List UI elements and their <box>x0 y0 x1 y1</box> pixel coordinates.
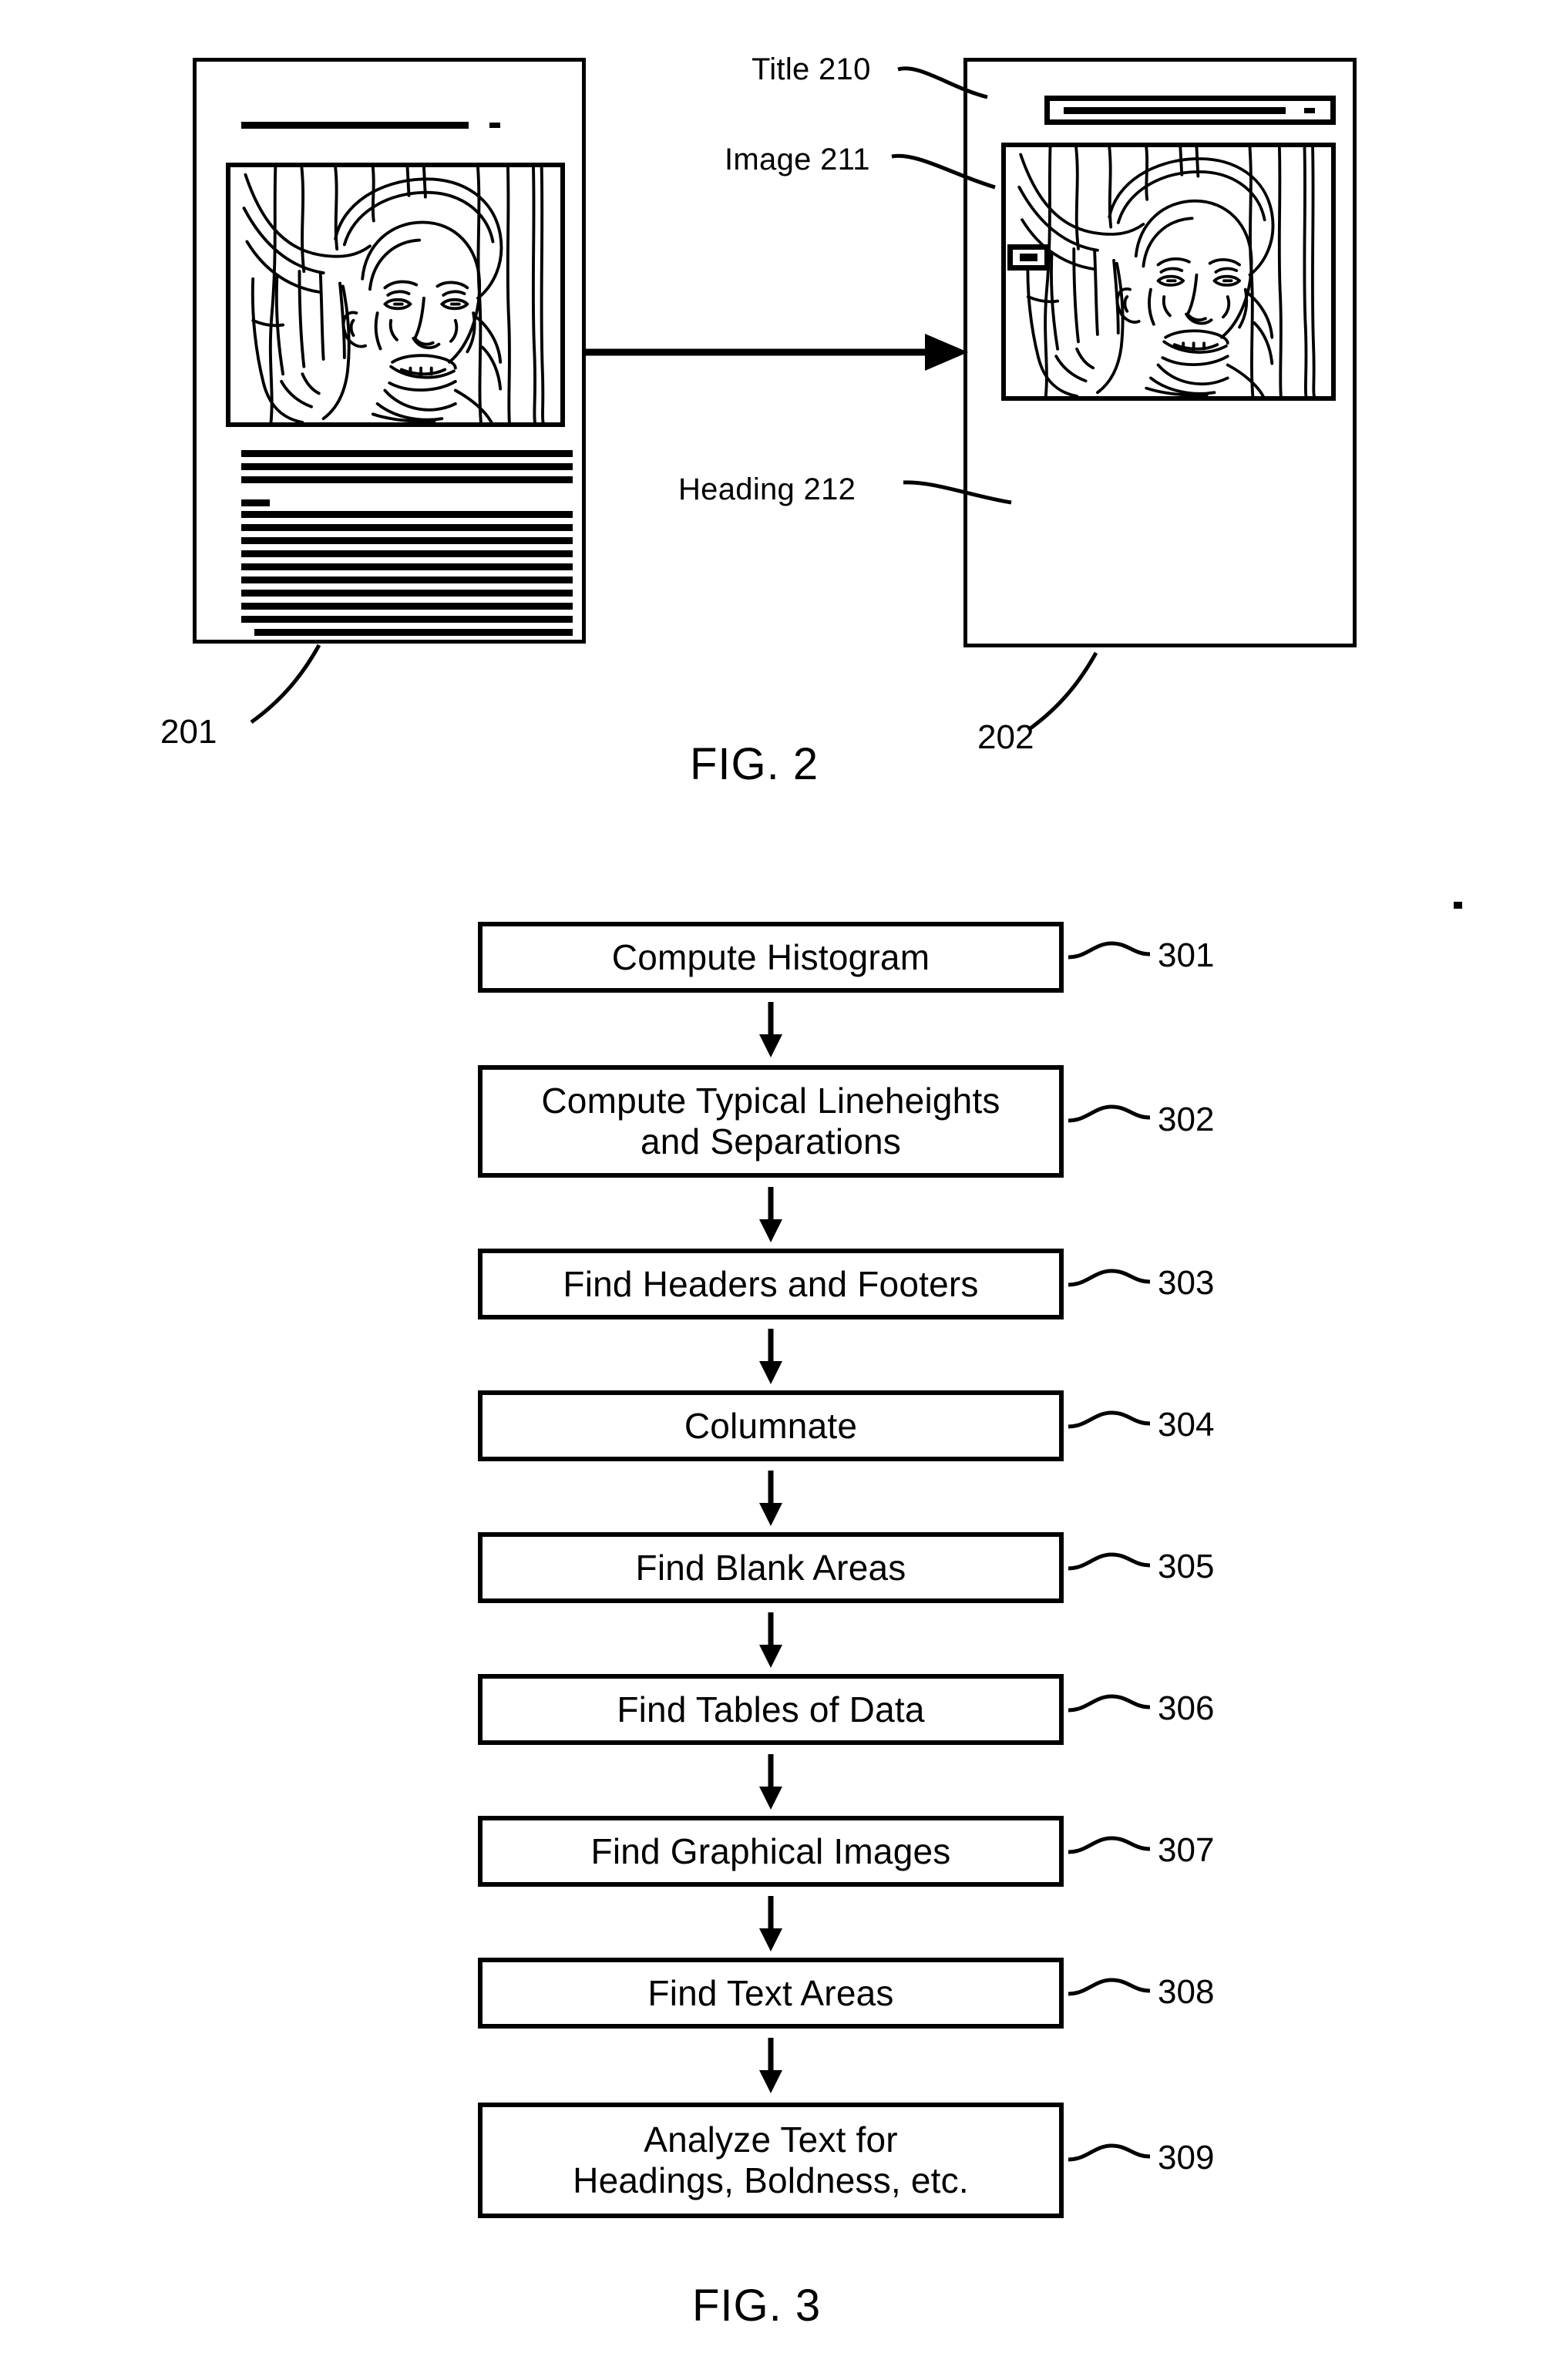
flow-step-303: Find Headers and Footers <box>478 1249 1068 1324</box>
result-title-region <box>1044 96 1336 125</box>
flow-step-305: Find Blank Areas <box>478 1532 1068 1608</box>
leader-line-307 <box>1068 1836 1151 1854</box>
source-image-region <box>226 163 565 427</box>
reference-number-303: 303 <box>1158 1264 1215 1302</box>
body-line <box>241 450 573 457</box>
flow-arrow-303-304 <box>759 1329 782 1384</box>
portrait-line-art <box>242 167 545 422</box>
flow-step-304: Columnate <box>478 1390 1068 1466</box>
label-title-210: Title 210 <box>752 52 871 86</box>
reference-number-309: 309 <box>1158 2139 1215 2177</box>
body-line <box>241 511 573 518</box>
arrow-right-icon <box>586 334 968 371</box>
leader-line-heading-212 <box>903 480 1012 505</box>
flow-arrow-307-308 <box>759 1896 782 1951</box>
label-image-211: Image 211 <box>725 143 870 176</box>
flow-step-301-label: Compute Histogram <box>611 936 930 977</box>
reference-number-202: 202 <box>977 718 1034 756</box>
flow-step-307-label: Find Graphical Images <box>590 1830 951 1871</box>
patent-drawing-sheet: Title 210 Image 211 Heading 212 201 202 … <box>0 0 1567 2380</box>
body-line <box>241 616 573 623</box>
body-line <box>241 577 573 583</box>
reference-number-201: 201 <box>160 713 217 751</box>
reference-number-301: 301 <box>1158 936 1215 974</box>
transform-arrow <box>586 328 971 377</box>
portrait-line-art <box>1017 147 1316 396</box>
body-heading-line <box>241 499 270 506</box>
leader-line-301 <box>1068 941 1151 960</box>
flow-arrow-305-306 <box>759 1612 782 1668</box>
flow-step-305-label: Find Blank Areas <box>635 1547 906 1588</box>
scan-artifact-dot <box>1454 902 1462 909</box>
flow-arrow-304-305 <box>759 1471 782 1526</box>
flow-step-309-label: Analyze Text for Headings, Boldness, etc… <box>573 2119 969 2200</box>
reference-number-305: 305 <box>1158 1548 1215 1585</box>
source-document-201 <box>193 58 589 647</box>
body-line-indented <box>254 629 573 636</box>
leader-line-304 <box>1068 1410 1151 1429</box>
body-line <box>241 550 573 557</box>
label-heading-212: Heading 212 <box>678 472 856 506</box>
flow-arrow-301-302 <box>759 1002 782 1057</box>
figure-3-caption: FIG. 3 <box>692 2281 822 2331</box>
body-line <box>241 463 573 470</box>
result-heading-marker <box>1007 244 1050 271</box>
flow-step-301: Compute Histogram <box>478 922 1068 997</box>
flow-step-309: Analyze Text for Headings, Boldness, etc… <box>478 2103 1068 2223</box>
flow-arrow-306-307 <box>759 1754 782 1810</box>
flow-step-302-label: Compute Typical Lineheights and Separati… <box>541 1081 1000 1161</box>
reference-number-307: 307 <box>1158 1831 1215 1869</box>
leader-line-302 <box>1068 1104 1151 1123</box>
leader-line-308 <box>1068 1978 1151 1996</box>
flow-step-303-label: Find Headers and Footers <box>563 1263 979 1304</box>
flow-arrow-302-303 <box>759 1187 782 1242</box>
flow-step-304-label: Columnate <box>684 1405 858 1446</box>
figure-2-caption: FIG. 2 <box>690 739 819 789</box>
leader-line-title-210 <box>897 66 988 99</box>
reference-number-306: 306 <box>1158 1689 1215 1727</box>
reference-number-304: 304 <box>1158 1406 1215 1444</box>
flow-step-306-label: Find Tables of Data <box>617 1689 925 1730</box>
source-title-dash <box>489 123 500 128</box>
flow-step-308-label: Find Text Areas <box>647 1972 894 2013</box>
result-document-202 <box>963 58 1360 650</box>
flow-step-302: Compute Typical Lineheights and Separati… <box>478 1065 1068 1182</box>
reference-number-308: 308 <box>1158 1973 1215 2011</box>
body-line <box>241 476 573 483</box>
body-line <box>241 590 573 597</box>
flow-step-306: Find Tables of Data <box>478 1674 1068 1750</box>
leader-line-201 <box>250 644 321 724</box>
body-line <box>241 563 573 570</box>
body-line <box>241 524 573 531</box>
flow-arrow-308-309 <box>759 2038 782 2093</box>
source-title-rule <box>241 122 469 129</box>
flow-step-307: Find Graphical Images <box>478 1816 1068 1891</box>
leader-line-image-211 <box>891 153 996 190</box>
flow-step-308: Find Text Areas <box>478 1958 1068 2033</box>
leader-line-306 <box>1068 1694 1151 1713</box>
leader-line-305 <box>1068 1552 1151 1571</box>
result-image-region <box>1001 143 1336 401</box>
reference-number-302: 302 <box>1158 1101 1215 1138</box>
leader-line-303 <box>1068 1269 1151 1287</box>
body-line <box>241 537 573 544</box>
body-line <box>241 603 573 610</box>
leader-line-309 <box>1068 2143 1151 2162</box>
